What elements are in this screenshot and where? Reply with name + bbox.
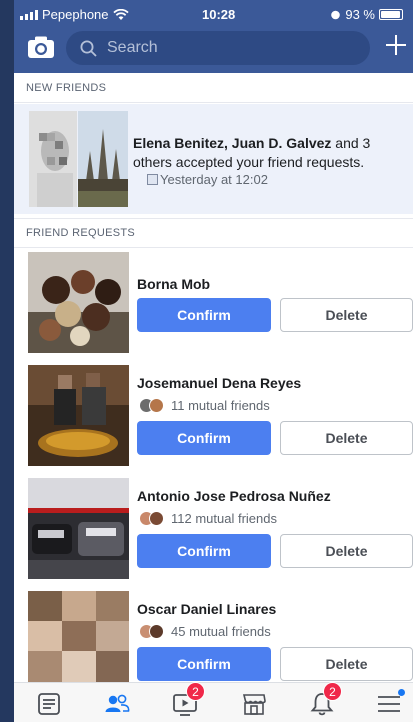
search-icon: [80, 40, 97, 57]
delete-button[interactable]: Delete: [280, 647, 413, 681]
tab-marketplace[interactable]: [241, 691, 267, 717]
tab-friends[interactable]: [104, 691, 130, 717]
carrier-label: Pepephone: [42, 7, 109, 22]
confirm-button[interactable]: Confirm: [137, 534, 271, 568]
mutual-friends-count: 112 mutual friends: [171, 511, 277, 526]
battery-label: 93 %: [345, 7, 375, 22]
signal-icon: [20, 9, 38, 20]
camera-icon[interactable]: [28, 36, 54, 58]
notification-time: Yesterday at 12:02: [160, 172, 268, 187]
temple-photo-thumbnail: [78, 111, 128, 207]
menu-indicator-dot: [398, 689, 405, 696]
status-bar: Pepephone 10:28 93 %: [14, 0, 413, 28]
tab-menu[interactable]: [376, 689, 405, 717]
requester-photo[interactable]: [28, 365, 129, 466]
alarm-icon: [331, 10, 341, 20]
watch-badge: 2: [186, 682, 205, 701]
news-feed-icon: [38, 693, 60, 715]
requester-name[interactable]: Josemanuel Dena Reyes: [137, 375, 301, 391]
mutual-friends-avatars: [139, 511, 168, 526]
mutual-friends-count: 11 mutual friends: [171, 398, 270, 413]
requester-photo[interactable]: [28, 252, 129, 353]
notification-text: Elena Benitez, Juan D. Galvez and 3 othe…: [133, 134, 403, 172]
confirm-button[interactable]: Confirm: [137, 421, 271, 455]
battery-group: 93 %: [330, 7, 403, 22]
marketplace-icon: [242, 694, 266, 715]
friend-photo-thumbnail: [29, 111, 77, 207]
tab-news-feed[interactable]: [36, 691, 62, 717]
mutual-friends-avatars: [139, 398, 168, 413]
requester-photo[interactable]: [28, 591, 129, 682]
mutual-friends-count: 45 mutual friends: [171, 624, 271, 639]
friend-requests-header: FRIEND REQUESTS: [14, 218, 413, 248]
left-edge-strip: [0, 0, 14, 722]
notification-names: Elena Benitez, Juan D. Galvez: [133, 135, 332, 151]
new-friends-header: NEW FRIENDS: [14, 73, 413, 103]
battery-icon: [379, 9, 403, 20]
delete-button[interactable]: Delete: [280, 298, 413, 332]
friends-icon: [105, 694, 130, 712]
friend-request-row: Borna Mob Confirm Delete: [14, 252, 413, 362]
requester-name[interactable]: Antonio Jose Pedrosa Nuñez: [137, 488, 331, 504]
delete-button[interactable]: Delete: [280, 534, 413, 568]
mutual-friends[interactable]: 112 mutual friends: [139, 511, 277, 526]
requester-name[interactable]: Borna Mob: [137, 276, 210, 292]
bottom-tab-bar: 2 2: [14, 682, 413, 722]
wifi-icon: [112, 8, 129, 20]
search-placeholder: Search: [107, 39, 158, 56]
notifications-badge: 2: [323, 682, 342, 701]
delete-button[interactable]: Delete: [280, 421, 413, 455]
carrier-group: Pepephone: [20, 7, 129, 22]
confirm-button[interactable]: Confirm: [137, 647, 271, 681]
mutual-friends[interactable]: 45 mutual friends: [139, 624, 271, 639]
clock: 10:28: [202, 7, 236, 22]
friends-small-icon: [147, 174, 158, 185]
friend-request-row: Antonio Jose Pedrosa Nuñez 112 mutual fr…: [14, 478, 413, 588]
tab-watch[interactable]: 2: [172, 682, 205, 717]
mutual-friends-avatars: [139, 624, 168, 639]
confirm-button[interactable]: Confirm: [137, 298, 271, 332]
new-friends-notification[interactable]: Elena Benitez, Juan D. Galvez and 3 othe…: [14, 104, 413, 214]
friend-request-row: Josemanuel Dena Reyes 11 mutual friends …: [14, 365, 413, 475]
requester-photo[interactable]: [28, 478, 129, 579]
requester-name[interactable]: Oscar Daniel Linares: [137, 601, 276, 617]
search-bar[interactable]: Search: [66, 31, 370, 65]
plus-icon: [386, 35, 406, 55]
tab-notifications[interactable]: 2: [309, 682, 342, 717]
mutual-friends[interactable]: 11 mutual friends: [139, 398, 270, 413]
create-post-button[interactable]: [383, 33, 409, 61]
